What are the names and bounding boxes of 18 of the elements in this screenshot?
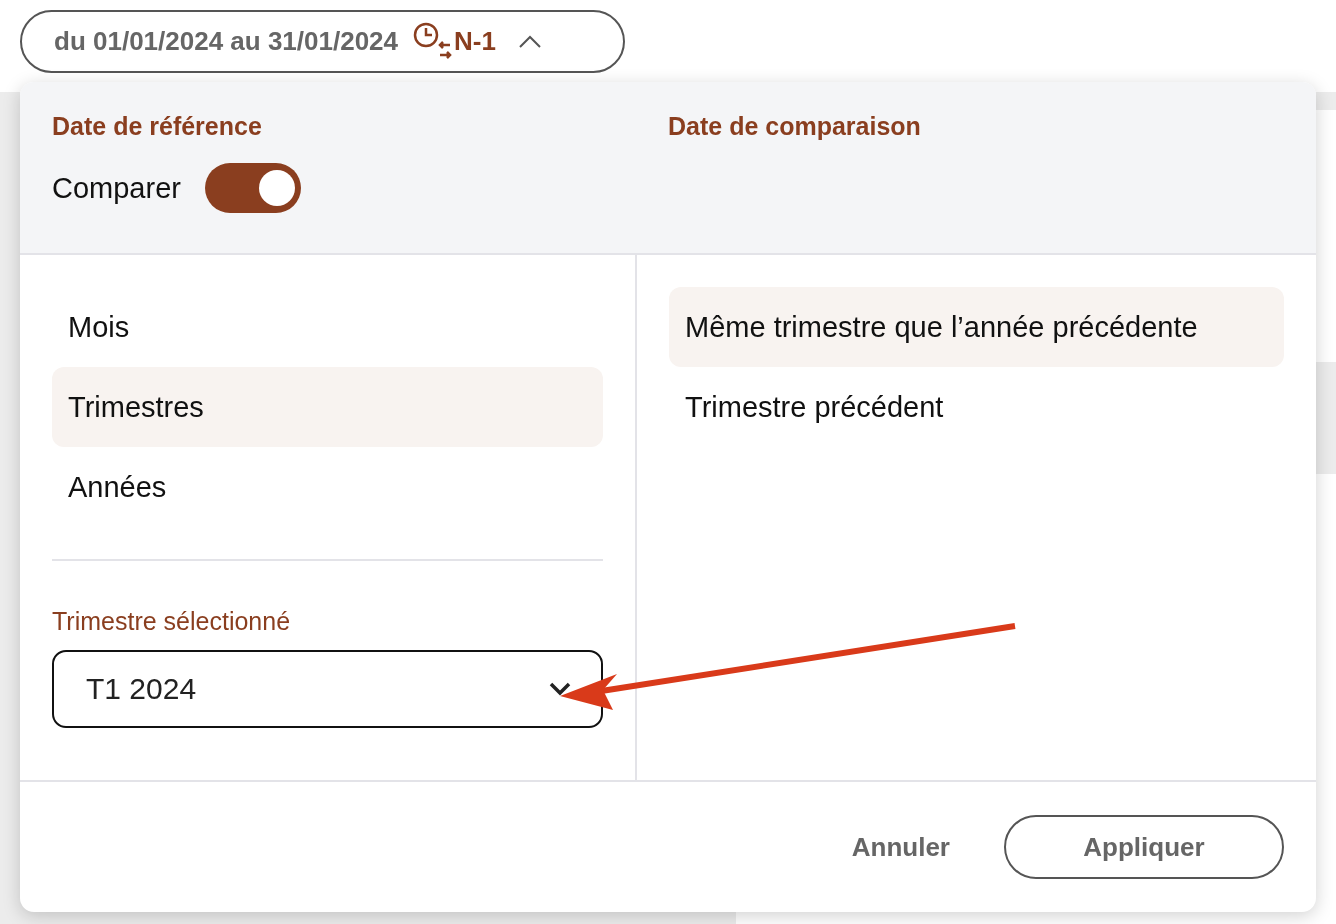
chevron-down-icon — [549, 682, 571, 696]
comparison-option[interactable]: Trimestre précédent — [669, 367, 1284, 447]
chevron-up-icon — [517, 34, 542, 49]
date-range-label: du 01/01/2024 au 31/01/2024 — [54, 26, 399, 57]
period-option[interactable]: Mois — [52, 287, 603, 367]
reference-title: Date de référence — [52, 112, 263, 141]
period-option[interactable]: Trimestres — [52, 367, 603, 447]
compare-label: Comparer — [52, 171, 181, 205]
quarter-select[interactable]: T1 2024 — [52, 650, 603, 728]
date-range-button[interactable]: du 01/01/2024 au 31/01/2024 N-1 — [20, 10, 625, 73]
period-option[interactable]: Années — [52, 447, 603, 527]
compare-period-label: N-1 — [454, 26, 496, 57]
comparison-option[interactable]: Même trimestre que l’année précédente — [669, 287, 1284, 367]
apply-button[interactable]: Appliquer — [1004, 815, 1284, 879]
cancel-button[interactable]: Annuler — [845, 830, 956, 864]
select-label: Trimestre sélectionné — [52, 607, 292, 636]
compare-toggle[interactable] — [204, 163, 301, 213]
comparison-title: Date de comparaison — [668, 112, 922, 142]
